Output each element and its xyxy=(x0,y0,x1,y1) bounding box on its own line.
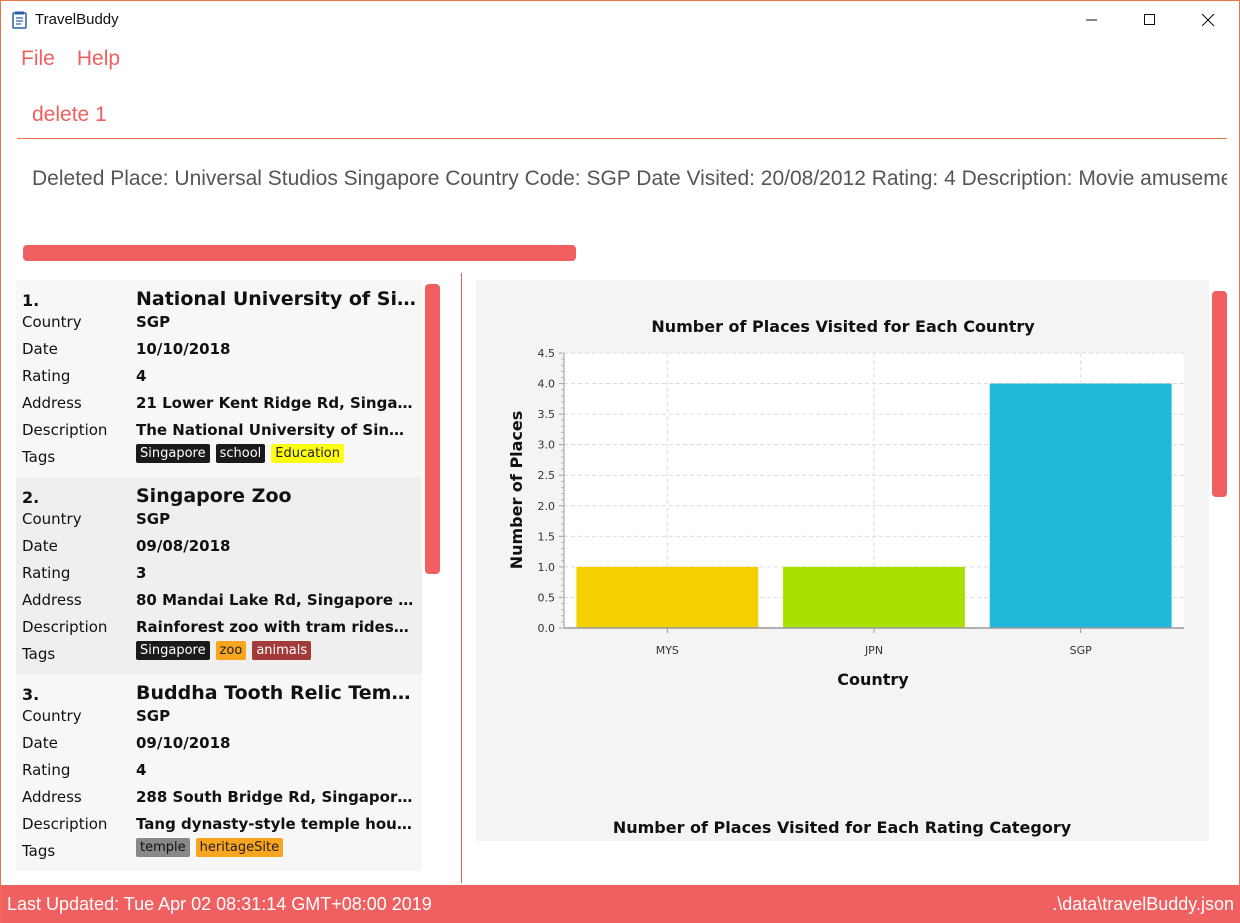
place-description: The National University of Singapor... xyxy=(136,421,414,439)
description-label: Description xyxy=(22,421,108,439)
tag: zoo xyxy=(215,641,247,660)
tag-list: temple heritageSite xyxy=(136,838,284,857)
country-label: Country xyxy=(22,707,82,725)
tag: school xyxy=(215,444,266,463)
y-tick-label: 1.5 xyxy=(538,530,556,543)
y-tick-label: 0.0 xyxy=(538,622,556,635)
date-label: Date xyxy=(22,734,58,752)
x-tick-label: SGP xyxy=(1070,644,1093,657)
place-description: Rainforest zoo with tram rides, trails..… xyxy=(136,618,414,636)
place-address: 80 Mandai Lake Rd, Singapore 7298... xyxy=(136,591,414,609)
place-name: National University of Singa... xyxy=(136,288,416,310)
address-label: Address xyxy=(22,394,82,412)
rating-label: Rating xyxy=(22,564,71,582)
place-address: 21 Lower Kent Ridge Rd, Singapore ... xyxy=(136,394,414,412)
place-index: 3. xyxy=(22,685,40,704)
place-country: SGP xyxy=(136,707,171,725)
tag: Singapore xyxy=(136,444,210,463)
place-card[interactable]: 1. National University of Singa... Count… xyxy=(16,280,422,477)
command-box[interactable]: delete 1 xyxy=(17,97,1227,139)
status-bar: Last Updated: Tue Apr 02 08:31:14 GMT+08… xyxy=(1,885,1240,923)
y-tick-label: 3.0 xyxy=(538,439,556,452)
tags-label: Tags xyxy=(22,448,56,466)
x-tick-label: JPN xyxy=(864,644,883,657)
panel-divider[interactable] xyxy=(461,273,462,883)
y-tick-label: 2.0 xyxy=(538,500,556,513)
tag: Singapore xyxy=(136,641,210,660)
place-description: Tang dynasty-style temple housing ... xyxy=(136,815,414,833)
bar-jpn xyxy=(783,566,965,628)
chart-panel: 0.0 0.5 1.0 1.5 2.0 2.5 3.0 3.5 4.0 4.5 MYS JPN SGP N… xyxy=(476,280,1209,841)
command-input[interactable]: delete 1 xyxy=(32,103,107,127)
tag-list: Singapore zoo animals xyxy=(136,641,312,660)
y-tick-label: 4.0 xyxy=(538,378,556,391)
tag-list: Singapore school Education xyxy=(136,444,345,463)
close-icon xyxy=(1201,13,1214,26)
save-location-status: .\data\travelBuddy.json xyxy=(1052,894,1234,914)
country-bar-chart: 0.0 0.5 1.0 1.5 2.0 2.5 3.0 3.5 4.0 4.5 MYS JPN SGP N… xyxy=(507,317,1184,837)
window-title: TravelBuddy xyxy=(35,11,119,28)
chart-title: Number of Places Visited for Each Countr… xyxy=(651,317,1035,336)
tag: temple xyxy=(136,838,190,857)
menu-help[interactable]: Help xyxy=(77,47,120,71)
place-list[interactable]: 1. National University of Singa... Count… xyxy=(16,280,422,872)
description-label: Description xyxy=(22,618,108,636)
address-label: Address xyxy=(22,591,82,609)
place-country: SGP xyxy=(136,510,171,528)
place-name: Singapore Zoo xyxy=(136,485,292,507)
tag: animals xyxy=(252,641,312,660)
place-name: Buddha Tooth Relic Temple xyxy=(136,682,416,704)
tags-label: Tags xyxy=(22,842,56,860)
address-label: Address xyxy=(22,788,82,806)
country-label: Country xyxy=(22,510,82,528)
x-axis-title: Country xyxy=(837,670,909,689)
result-horizontal-scrollbar[interactable] xyxy=(23,245,576,261)
description-label: Description xyxy=(22,815,108,833)
country-label: Country xyxy=(22,313,82,331)
date-label: Date xyxy=(22,537,58,555)
y-tick-label: 4.5 xyxy=(538,347,556,360)
date-label: Date xyxy=(22,340,58,358)
y-tick-label: 2.5 xyxy=(538,469,556,482)
title-bar[interactable]: TravelBuddy xyxy=(1,1,1239,39)
x-tick-label: MYS xyxy=(656,644,679,657)
y-tick-label: 0.5 xyxy=(538,591,556,604)
place-index: 2. xyxy=(22,488,40,507)
app-icon xyxy=(12,11,27,29)
place-rating: 3 xyxy=(136,564,147,582)
tag: Education xyxy=(271,444,345,463)
place-card[interactable]: 3. Buddha Tooth Relic Temple Country SGP … xyxy=(16,674,422,871)
place-rating: 4 xyxy=(136,367,147,385)
place-card[interactable]: 2. Singapore Zoo Country SGP Date 09/08/20… xyxy=(16,477,422,674)
tags-label: Tags xyxy=(22,645,56,663)
minimize-icon xyxy=(1086,19,1097,21)
tag: heritageSite xyxy=(195,838,284,857)
place-country: SGP xyxy=(136,313,171,331)
place-rating: 4 xyxy=(136,761,147,779)
rating-chart-title: Number of Places Visited for Each Rating… xyxy=(613,818,1072,837)
result-display: Deleted Place: Universal Studios Singapo… xyxy=(32,167,1227,190)
menu-bar: File Help xyxy=(21,47,120,71)
chart-panel-scrollbar[interactable] xyxy=(1212,291,1227,497)
bar-sgp xyxy=(989,383,1172,628)
place-list-scrollbar[interactable] xyxy=(425,284,440,574)
place-address: 288 South Bridge Rd, Singapore 05... xyxy=(136,788,414,806)
bar-mys xyxy=(576,566,759,628)
rating-label: Rating xyxy=(22,367,71,385)
place-date: 09/08/2018 xyxy=(136,537,231,555)
y-axis-title: Number of Places xyxy=(507,411,526,570)
place-date: 09/10/2018 xyxy=(136,734,231,752)
rating-label: Rating xyxy=(22,761,71,779)
place-index: 1. xyxy=(22,291,40,310)
close-button[interactable] xyxy=(1185,1,1231,39)
menu-file[interactable]: File xyxy=(21,47,55,71)
maximize-button[interactable] xyxy=(1127,1,1173,39)
y-tick-label: 3.5 xyxy=(538,408,556,421)
maximize-icon xyxy=(1144,14,1155,25)
last-updated-status: Last Updated: Tue Apr 02 08:31:14 GMT+08… xyxy=(7,894,432,914)
y-tick-label: 1.0 xyxy=(538,561,556,574)
app-window: TravelBuddy File Help delete 1 Deleted P… xyxy=(0,0,1240,923)
place-date: 10/10/2018 xyxy=(136,340,231,358)
minimize-button[interactable] xyxy=(1069,1,1115,39)
